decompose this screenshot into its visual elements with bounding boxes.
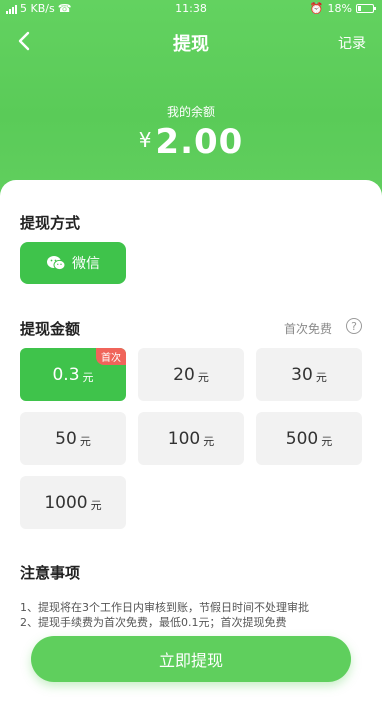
amount-value: 0.3 (52, 364, 80, 385)
first-badge: 首次 (96, 348, 126, 365)
record-link[interactable]: 记录 (338, 33, 366, 53)
page-title: 提现 (173, 34, 209, 55)
amount-option-1000[interactable]: 1000 元 (20, 476, 126, 529)
amount-unit: 元 (203, 434, 215, 448)
status-right: ⏰ 18% (309, 2, 376, 15)
notice-title: 注意事项 (20, 564, 81, 582)
amount-option-100[interactable]: 100 元 (138, 412, 244, 465)
amount-option-0.3[interactable]: 0.3 元 首次 (20, 348, 126, 401)
amount-unit: 元 (82, 370, 94, 384)
notice-line: 1、提现将在3个工作日内审核到账，节假日时间不处理审批 (20, 601, 309, 614)
amount-unit: 元 (79, 434, 91, 448)
notice-line: 2、提现手续费为首次免费，最低0.1元；首次提现免费 (20, 616, 287, 629)
method-title: 提现方式 (20, 214, 81, 232)
status-bar: 5 KB/s ☎ 11:38 ⏰ 18% (0, 0, 382, 18)
amount-value: 50 (55, 428, 77, 449)
currency-symbol: ¥ (138, 128, 152, 152)
amount-unit: 元 (321, 434, 333, 448)
amount-value: 500 (285, 428, 319, 449)
withdraw-card: 提现方式 微信 提现金额 首次免费 ? 0.3 元 首次 20 元 30 元 5… (0, 180, 382, 713)
amount-title: 提现金额 (20, 320, 81, 338)
amount-value: 100 (167, 428, 201, 449)
amount-value: 30 (291, 364, 313, 385)
amount-value: 20 (173, 364, 195, 385)
balance-amount: ¥2.00 (0, 122, 382, 162)
amount-option-50[interactable]: 50 元 (20, 412, 126, 465)
amount-value: 1000 (44, 492, 88, 513)
amount-option-30[interactable]: 30 元 (256, 348, 362, 401)
amount-unit: 元 (197, 370, 209, 384)
balance-value: 2.00 (155, 122, 244, 162)
wechat-label: 微信 (72, 256, 100, 272)
balance-label: 我的余额 (166, 105, 215, 119)
notice-text: 1、提现将在3个工作日内审核到账，节假日时间不处理审批 2、提现手续费为首次免费… (20, 600, 309, 630)
withdraw-screen: 5 KB/s ☎ 11:38 ⏰ 18% 提现 记录 我的余额 ¥2.00 提现… (0, 0, 382, 713)
withdraw-now-button[interactable]: 立即提现 (31, 636, 351, 682)
amount-option-500[interactable]: 500 元 (256, 412, 362, 465)
amount-unit: 元 (315, 370, 327, 384)
first-free-label: 首次免费 (283, 322, 332, 336)
help-icon[interactable]: ? (346, 318, 362, 334)
alarm-icon: ⏰ (309, 2, 324, 15)
battery-percent: 18% (327, 2, 352, 15)
battery-icon (356, 4, 376, 13)
wechat-icon (47, 256, 66, 271)
amount-unit: 元 (90, 498, 102, 512)
amount-option-20[interactable]: 20 元 (138, 348, 244, 401)
wechat-method-button[interactable]: 微信 (20, 242, 126, 284)
